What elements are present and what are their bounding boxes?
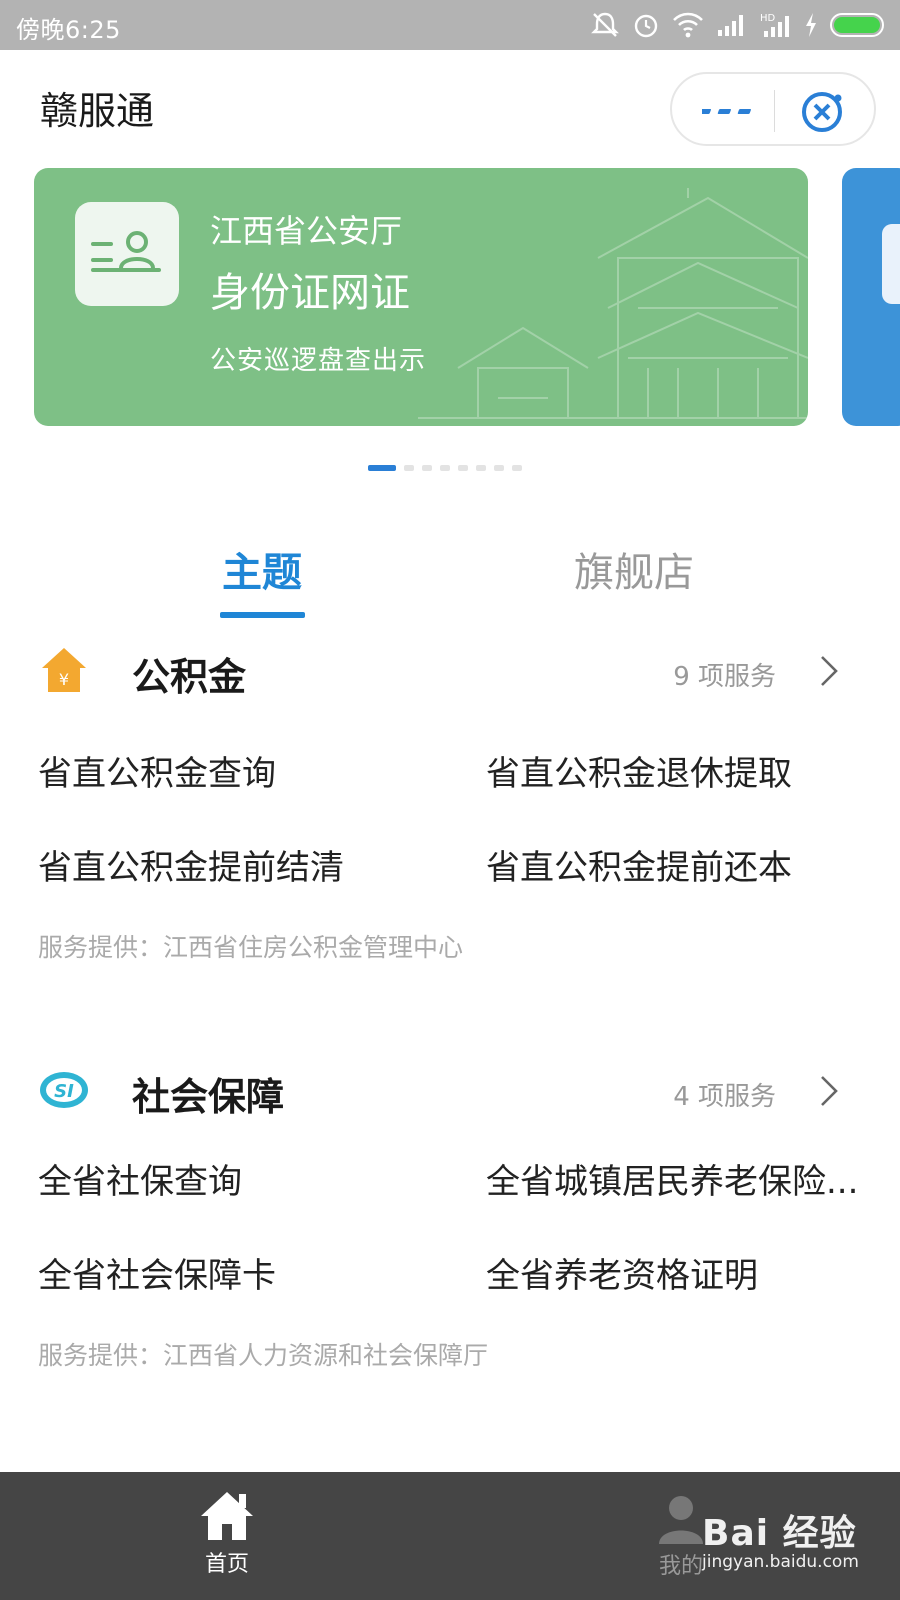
house-yuan-icon: ¥ <box>42 648 86 692</box>
tab-theme[interactable]: 主题 <box>222 540 302 598</box>
status-time: 傍晚6:25 <box>16 16 121 44</box>
service-item[interactable]: 省直公积金提前结清 <box>38 840 438 889</box>
close-mini-program-icon[interactable] <box>798 88 846 136</box>
status-bar: 傍晚6:25 HD <box>0 0 900 50</box>
status-icons: HD <box>590 8 888 42</box>
mini-program-capsule <box>670 72 876 146</box>
home-icon <box>201 1492 253 1540</box>
service-item[interactable]: 全省社保查询 <box>38 1154 438 1203</box>
service-item[interactable]: 省直公积金查询 <box>38 746 438 795</box>
page-title: 赣服通 <box>40 89 155 133</box>
user-icon <box>659 1496 703 1544</box>
section-title: 公积金 <box>132 655 247 699</box>
capsule-divider <box>774 90 775 132</box>
svg-text:¥: ¥ <box>59 670 69 689</box>
carousel-dot <box>458 465 468 471</box>
alarm-clock-icon <box>634 14 658 38</box>
app-header: 赣服通 <box>0 50 900 162</box>
carousel-dot <box>440 465 450 471</box>
carousel-dot <box>422 465 432 471</box>
card-description: 公安巡逻盘查出示 <box>210 346 427 376</box>
section-title: 社会保障 <box>132 1075 285 1119</box>
battery-icon <box>830 13 884 37</box>
watermark-brand: Bai 经验 <box>702 1513 857 1554</box>
svg-text:HD: HD <box>760 13 776 24</box>
active-tab-indicator <box>220 612 305 618</box>
card-service: 身份证网证 <box>210 270 410 316</box>
next-banner-icon <box>882 224 900 304</box>
signal-hd-icon: HD <box>760 13 789 37</box>
service-item[interactable]: 全省养老资格证明 <box>486 1248 886 1297</box>
svg-text:SI: SI <box>54 1081 74 1102</box>
wifi-icon <box>673 12 703 38</box>
charging-icon <box>806 13 816 37</box>
service-item[interactable]: 全省社会保障卡 <box>38 1248 438 1297</box>
carousel-dot <box>404 465 414 471</box>
card-org: 江西省公安厅 <box>210 212 403 250</box>
section-social-security: SI 社会保障 4 项服务 全省社保查询 全省城镇居民养老保险... 全省社会保… <box>0 1064 900 1394</box>
carousel-dot <box>476 465 486 471</box>
section-housing-fund: ¥ 公积金 9 项服务 省直公积金查询 省直公积金退休提取 省直公积金提前结清 … <box>0 644 900 974</box>
si-logo-icon: SI <box>40 1072 88 1108</box>
tab-flagship-store[interactable]: 旗舰店 <box>574 540 694 598</box>
service-count[interactable]: 4 项服务 <box>673 1076 776 1113</box>
carousel-indicator <box>368 464 522 472</box>
more-icon[interactable] <box>702 96 754 126</box>
service-provider: 服务提供：江西省人力资源和社会保障厅 <box>38 1341 489 1370</box>
pavilion-illustration <box>418 188 808 419</box>
chevron-right-icon[interactable] <box>814 652 844 690</box>
watermark-url: jingyan.baidu.com <box>702 1552 859 1572</box>
baidu-jingyan-watermark: Bai 经验 jingyan.baidu.com <box>702 1498 882 1578</box>
id-card-icon <box>75 202 179 306</box>
bottom-nav: 首页 我的 Bai 经验 jingyan.baidu.com <box>0 1472 900 1600</box>
id-card-banner[interactable]: 江西省公安厅 身份证网证 公安巡逻盘查出示 <box>34 168 808 426</box>
service-item[interactable]: 全省城镇居民养老保险... <box>486 1154 886 1203</box>
service-item[interactable]: 省直公积金退休提取 <box>486 746 886 795</box>
nav-home[interactable]: 首页 <box>190 1488 264 1578</box>
signal-icon <box>718 15 743 36</box>
chevron-right-icon[interactable] <box>814 1072 844 1110</box>
nav-home-label: 首页 <box>204 1552 249 1577</box>
service-count[interactable]: 9 项服务 <box>673 656 776 693</box>
carousel-dot <box>512 465 522 471</box>
mute-alarm-icon <box>591 12 619 37</box>
next-banner-peek[interactable] <box>842 168 900 426</box>
tab-bar: 主题 旗舰店 <box>0 540 900 620</box>
service-provider: 服务提供：江西省住房公积金管理中心 <box>38 933 464 962</box>
carousel-dot <box>494 465 504 471</box>
service-item[interactable]: 省直公积金提前还本 <box>486 840 886 889</box>
carousel-dot <box>368 465 396 471</box>
